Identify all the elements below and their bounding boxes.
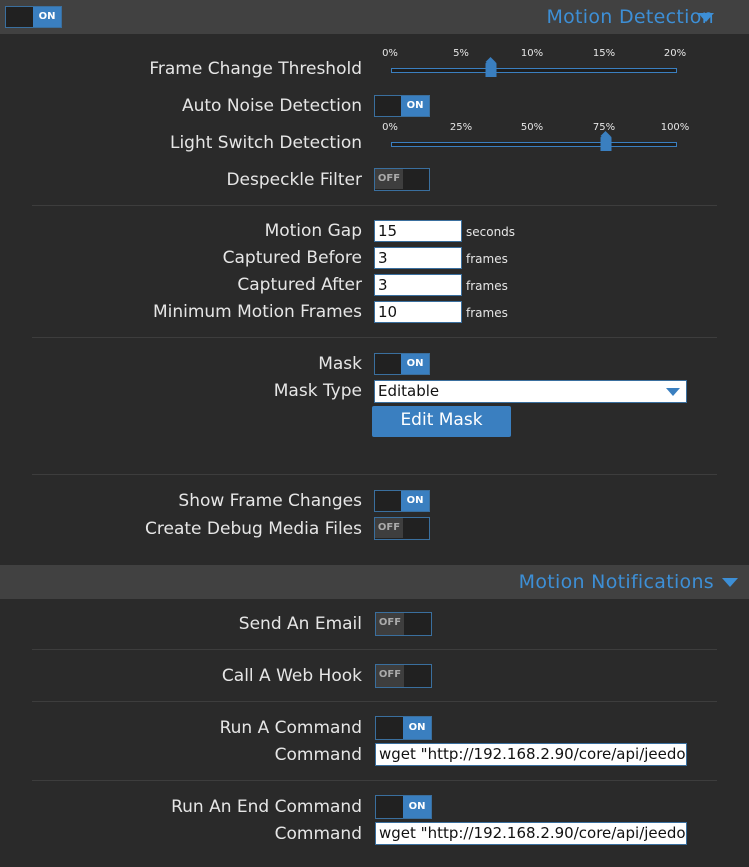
minimum-motion-frames-label: Minimum Motion Frames <box>152 302 362 322</box>
slider-thumb[interactable] <box>485 57 497 77</box>
run-an-end-command-toggle[interactable]: ON <box>375 795 432 819</box>
slider-tick: 5% <box>453 48 469 59</box>
minimum-motion-frames-input[interactable]: 10 <box>374 301 462 323</box>
send-an-email-label: Send An Email <box>238 614 362 634</box>
motion-gap-input[interactable]: 15 <box>374 220 462 242</box>
motion-notifications-header: Motion Notifications <box>0 565 749 599</box>
toggle-state-label: ON <box>408 801 426 812</box>
mask-type-label: Mask Type <box>273 381 362 401</box>
mask-label: Mask <box>318 354 362 374</box>
frame-change-threshold-label: Frame Change Threshold <box>149 59 362 79</box>
end-command-label: Command <box>274 824 362 844</box>
slider-tick: 0% <box>382 122 398 133</box>
auto-noise-detection-label: Auto Noise Detection <box>181 96 362 116</box>
motion-notifications-title[interactable]: Motion Notifications <box>519 571 714 593</box>
toggle-state-label: ON <box>38 11 56 22</box>
slider-thumb[interactable] <box>600 131 611 151</box>
slider-tick: 25% <box>449 122 473 133</box>
frame-change-threshold-slider[interactable]: 0% 5% 10% 15% 20% <box>378 48 688 88</box>
create-debug-media-files-toggle[interactable]: OFF <box>374 517 430 540</box>
divider <box>32 649 717 650</box>
slider-tick: 20% <box>663 48 687 59</box>
create-debug-media-files-label: Create Debug Media Files <box>145 519 362 539</box>
slider-tick: 50% <box>520 122 544 133</box>
run-a-command-toggle[interactable]: ON <box>375 716 432 740</box>
divider <box>32 205 717 206</box>
end-command-input[interactable]: wget "http://192.168.2.90/core/api/jeedo… <box>375 822 687 845</box>
command-input[interactable]: wget "http://192.168.2.90/core/api/jeedo… <box>375 743 687 766</box>
toggle-state-label: OFF <box>378 669 402 680</box>
call-a-web-hook-toggle[interactable]: OFF <box>375 664 432 688</box>
captured-after-input[interactable]: 3 <box>374 274 462 296</box>
chevron-down-icon[interactable] <box>722 578 738 587</box>
motion-gap-unit: seconds <box>466 225 516 239</box>
mask-type-select[interactable]: Editable <box>374 380 687 403</box>
motion-detection-title[interactable]: Motion Detection <box>546 6 714 28</box>
auto-noise-detection-toggle[interactable]: ON <box>374 95 430 117</box>
chevron-down-icon[interactable] <box>698 13 714 22</box>
despeckle-filter-toggle[interactable]: OFF <box>374 168 430 191</box>
call-a-web-hook-label: Call A Web Hook <box>221 666 362 686</box>
run-a-command-label: Run A Command <box>219 718 362 738</box>
captured-before-input[interactable]: 3 <box>374 247 462 269</box>
light-switch-detection-slider[interactable]: 0% 25% 50% 75% 100% <box>378 122 690 162</box>
slider-tick: 100% <box>660 122 690 133</box>
divider <box>32 780 717 781</box>
toggle-state-label: ON <box>406 358 424 369</box>
send-an-email-toggle[interactable]: OFF <box>375 612 432 636</box>
captured-before-label: Captured Before <box>222 248 362 268</box>
toggle-state-label: OFF <box>378 617 402 628</box>
toggle-state-label: OFF <box>377 522 401 533</box>
mask-type-value: Editable <box>378 382 440 400</box>
captured-before-unit: frames <box>466 252 508 266</box>
edit-mask-button[interactable]: Edit Mask <box>372 406 511 437</box>
run-an-end-command-label: Run An End Command <box>171 797 362 817</box>
slider-tick: 0% <box>382 48 398 59</box>
mask-toggle[interactable]: ON <box>374 353 430 375</box>
show-frame-changes-toggle[interactable]: ON <box>374 490 430 512</box>
light-switch-detection-label: Light Switch Detection <box>169 133 362 153</box>
toggle-state-label: OFF <box>377 173 401 184</box>
divider <box>32 474 717 475</box>
toggle-state-label: ON <box>406 100 424 111</box>
motion-detection-header: ON Motion Detection <box>0 0 749 34</box>
divider <box>32 337 717 338</box>
captured-after-label: Captured After <box>237 275 362 295</box>
toggle-state-label: ON <box>406 495 424 506</box>
motion-gap-label: Motion Gap <box>264 221 362 241</box>
slider-track[interactable] <box>391 68 677 73</box>
slider-tick: 15% <box>592 48 616 59</box>
motion-detection-enable-toggle[interactable]: ON <box>5 6 62 28</box>
despeckle-filter-label: Despeckle Filter <box>226 170 362 190</box>
chevron-down-icon <box>666 388 680 396</box>
minimum-motion-frames-unit: frames <box>466 306 508 320</box>
slider-tick: 10% <box>520 48 544 59</box>
slider-track[interactable] <box>391 142 677 147</box>
divider <box>32 701 717 702</box>
toggle-state-label: ON <box>408 722 426 733</box>
command-label: Command <box>274 745 362 765</box>
captured-after-unit: frames <box>466 279 508 293</box>
show-frame-changes-label: Show Frame Changes <box>178 491 362 511</box>
